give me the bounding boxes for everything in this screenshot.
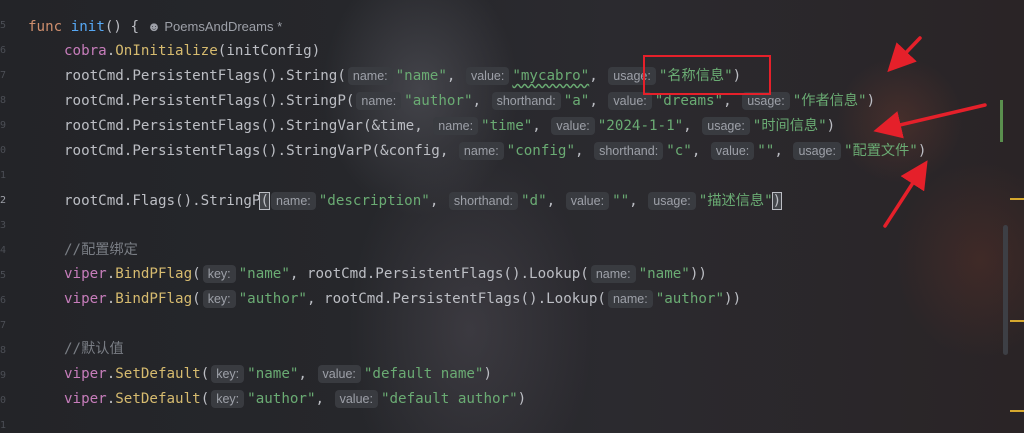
change-marker: [1000, 100, 1003, 142]
warning-marker: [1010, 198, 1024, 200]
arrow-bottom: [883, 160, 928, 228]
editor-scrollbar-markers[interactable]: [1000, 0, 1024, 433]
scrollbar-thumb[interactable]: [1003, 225, 1008, 355]
annotation-arrows: [873, 36, 987, 228]
arrow-top-right: [887, 36, 922, 73]
warning-marker: [1010, 320, 1024, 322]
warning-marker: [1010, 410, 1024, 412]
arrow-middle: [873, 103, 987, 139]
